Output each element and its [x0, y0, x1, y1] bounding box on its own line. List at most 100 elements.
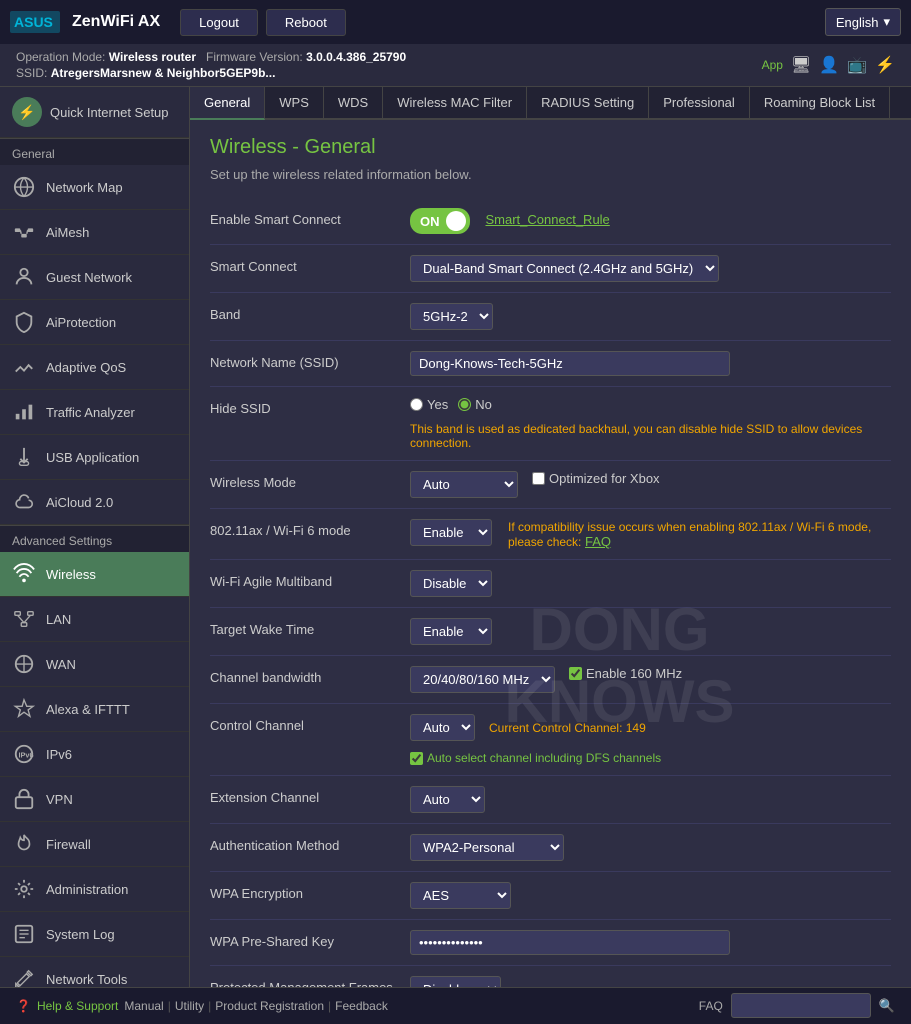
sidebar-item-wan[interactable]: WAN [0, 642, 189, 687]
tab-wds[interactable]: WDS [324, 87, 383, 118]
tab-roaming-block-list[interactable]: Roaming Block List [750, 87, 890, 118]
wpa-encryption-select[interactable]: AES TKIP TKIP+AES [410, 882, 511, 909]
band-select[interactable]: 2.4GHz 5GHz-1 5GHz-2 [410, 303, 493, 330]
tab-professional[interactable]: Professional [649, 87, 750, 118]
hide-ssid-no-label[interactable]: No [458, 397, 492, 412]
help-support-icon: ❓ [16, 999, 31, 1013]
sidebar-item-aimesh[interactable]: AiMesh [0, 210, 189, 255]
protected-management-frames-select[interactable]: Disable Capable Required [410, 976, 501, 987]
wireless-mode-select[interactable]: Auto N only AC/N mixed AX only [410, 471, 518, 498]
ssid-control [410, 351, 891, 376]
optimized-xbox-label[interactable]: Optimized for Xbox [532, 471, 660, 486]
network-tools-icon [12, 967, 36, 987]
extension-channel-select[interactable]: Auto Above Below [410, 786, 485, 813]
sidebar-item-label: Quick Internet Setup [50, 105, 169, 120]
sidebar-item-label: Wireless [46, 567, 96, 582]
svg-text:ASUS: ASUS [14, 14, 53, 30]
smart-connect-toggle[interactable]: ON [410, 208, 470, 234]
hide-ssid-yes-radio[interactable] [410, 398, 423, 411]
sidebar-item-adaptive-qos[interactable]: Adaptive QoS [0, 345, 189, 390]
wifi6-mode-select[interactable]: Enable Disable [410, 519, 492, 546]
faq-search-icon[interactable]: 🔍 [879, 998, 895, 1014]
ssid-input[interactable] [410, 351, 730, 376]
sidebar-item-network-tools[interactable]: Network Tools [0, 957, 189, 987]
product-registration-link[interactable]: Product Registration [215, 999, 324, 1013]
hide-ssid-yes-label[interactable]: Yes [410, 397, 448, 412]
logout-button[interactable]: Logout [180, 9, 258, 36]
enable-160-label[interactable]: Enable 160 MHz [569, 666, 682, 681]
sidebar-item-alexa-ifttt[interactable]: Alexa & IFTTT [0, 687, 189, 732]
optimized-xbox-checkbox[interactable] [532, 472, 545, 485]
monitor-icon[interactable]: 🖥 [791, 55, 811, 75]
sidebar-item-administration[interactable]: Administration [0, 867, 189, 912]
control-channel-select[interactable]: Auto 36404448 52149153157161 [410, 714, 475, 741]
sidebar-item-firewall[interactable]: Firewall [0, 822, 189, 867]
adaptive-qos-icon [12, 355, 36, 379]
wifi6-faq-link[interactable]: FAQ [585, 534, 611, 549]
sidebar-item-aicloud[interactable]: AiCloud 2.0 [0, 480, 189, 525]
aiprotection-icon [12, 310, 36, 334]
sidebar-item-label: Adaptive QoS [46, 360, 126, 375]
smart-connect-row: Smart Connect Dual-Band Smart Connect (2… [210, 245, 891, 293]
wifi6-mode-label: 802.11ax / Wi-Fi 6 mode [210, 519, 410, 538]
sep3: | [328, 999, 331, 1013]
tv-icon[interactable]: 📺 [847, 55, 867, 75]
reboot-button[interactable]: Reboot [266, 9, 346, 36]
auto-dfs-text: Auto select channel including DFS channe… [427, 751, 661, 765]
control-channel-row: Control Channel Auto 36404448 5214915315… [210, 704, 891, 776]
app-icon[interactable]: App [762, 58, 783, 72]
app-header: ASUS ZenWiFi AX Logout Reboot English ▾ [0, 0, 911, 44]
footer-links: Manual | Utility | Product Registration … [124, 999, 388, 1013]
svg-text:IPv6: IPv6 [19, 751, 34, 760]
authentication-method-label: Authentication Method [210, 834, 410, 853]
language-selector[interactable]: English ▾ [825, 8, 901, 36]
sidebar-item-system-log[interactable]: System Log [0, 912, 189, 957]
sidebar-item-network-map[interactable]: Network Map [0, 165, 189, 210]
sidebar-item-vpn[interactable]: VPN [0, 777, 189, 822]
sidebar-item-guest-network[interactable]: Guest Network [0, 255, 189, 300]
wireless-mode-row: Wireless Mode Auto N only AC/N mixed AX … [210, 461, 891, 509]
operation-mode-label: Operation Mode: [16, 50, 105, 64]
sidebar-item-quick-internet-setup[interactable]: ⚡ Quick Internet Setup [0, 87, 189, 138]
user-icon[interactable]: 👤 [819, 55, 839, 75]
footer: ❓ Help & Support Manual | Utility | Prod… [0, 987, 911, 1023]
smart-connect-select[interactable]: Dual-Band Smart Connect (2.4GHz and 5GHz… [410, 255, 719, 282]
wpa-pre-shared-key-input[interactable] [410, 930, 730, 955]
sidebar-advanced-label: Advanced Settings [0, 525, 189, 552]
authentication-method-select[interactable]: Open System Shared Key WPA-Personal WPA2… [410, 834, 564, 861]
enable-160-checkbox[interactable] [569, 667, 582, 680]
page-title: Wireless - General [210, 136, 891, 159]
info-bar-icons: App 🖥 👤 📺 ⚡ [762, 55, 895, 75]
control-channel-top: Auto 36404448 52149153157161 Current Con… [410, 714, 646, 741]
channel-bandwidth-select[interactable]: 20 MHz 20/40 MHz 20/40/80 MHz 20/40/80/1… [410, 666, 555, 693]
footer-right: FAQ 🔍 [699, 993, 895, 1018]
operation-mode-row: Operation Mode: Wireless router Firmware… [16, 50, 406, 64]
feedback-link[interactable]: Feedback [335, 999, 388, 1013]
smart-connect-rule-link[interactable]: Smart_Connect_Rule [486, 212, 610, 227]
tab-radius-setting[interactable]: RADIUS Setting [527, 87, 649, 118]
utility-link[interactable]: Utility [175, 999, 204, 1013]
sidebar-item-wireless[interactable]: Wireless [0, 552, 189, 597]
tab-wps[interactable]: WPS [265, 87, 324, 118]
protected-management-frames-label: Protected Management Frames [210, 976, 410, 987]
hide-ssid-no-radio[interactable] [458, 398, 471, 411]
target-wake-time-label: Target Wake Time [210, 618, 410, 637]
sidebar-item-traffic-analyzer[interactable]: Traffic Analyzer [0, 390, 189, 435]
sidebar-item-label: Traffic Analyzer [46, 405, 135, 420]
sidebar-item-lan[interactable]: LAN [0, 597, 189, 642]
usb-icon[interactable]: ⚡ [875, 55, 895, 75]
usb-application-icon [12, 445, 36, 469]
authentication-method-control: Open System Shared Key WPA-Personal WPA2… [410, 834, 891, 861]
target-wake-time-select[interactable]: Enable Disable [410, 618, 492, 645]
sidebar-item-aiprotection[interactable]: AiProtection [0, 300, 189, 345]
footer-left: ❓ Help & Support Manual | Utility | Prod… [16, 999, 388, 1013]
tab-wireless-mac-filter[interactable]: Wireless MAC Filter [383, 87, 527, 118]
manual-link[interactable]: Manual [124, 999, 163, 1013]
sidebar-item-ipv6[interactable]: IPv6 IPv6 [0, 732, 189, 777]
wifi-agile-multiband-select[interactable]: Enable Disable [410, 570, 492, 597]
logo-model-text: ZenWiFi AX [72, 13, 160, 31]
faq-search-input[interactable] [731, 993, 871, 1018]
sidebar-item-usb-application[interactable]: USB Application [0, 435, 189, 480]
auto-dfs-checkbox[interactable] [410, 752, 423, 765]
tab-general[interactable]: General [190, 87, 265, 120]
